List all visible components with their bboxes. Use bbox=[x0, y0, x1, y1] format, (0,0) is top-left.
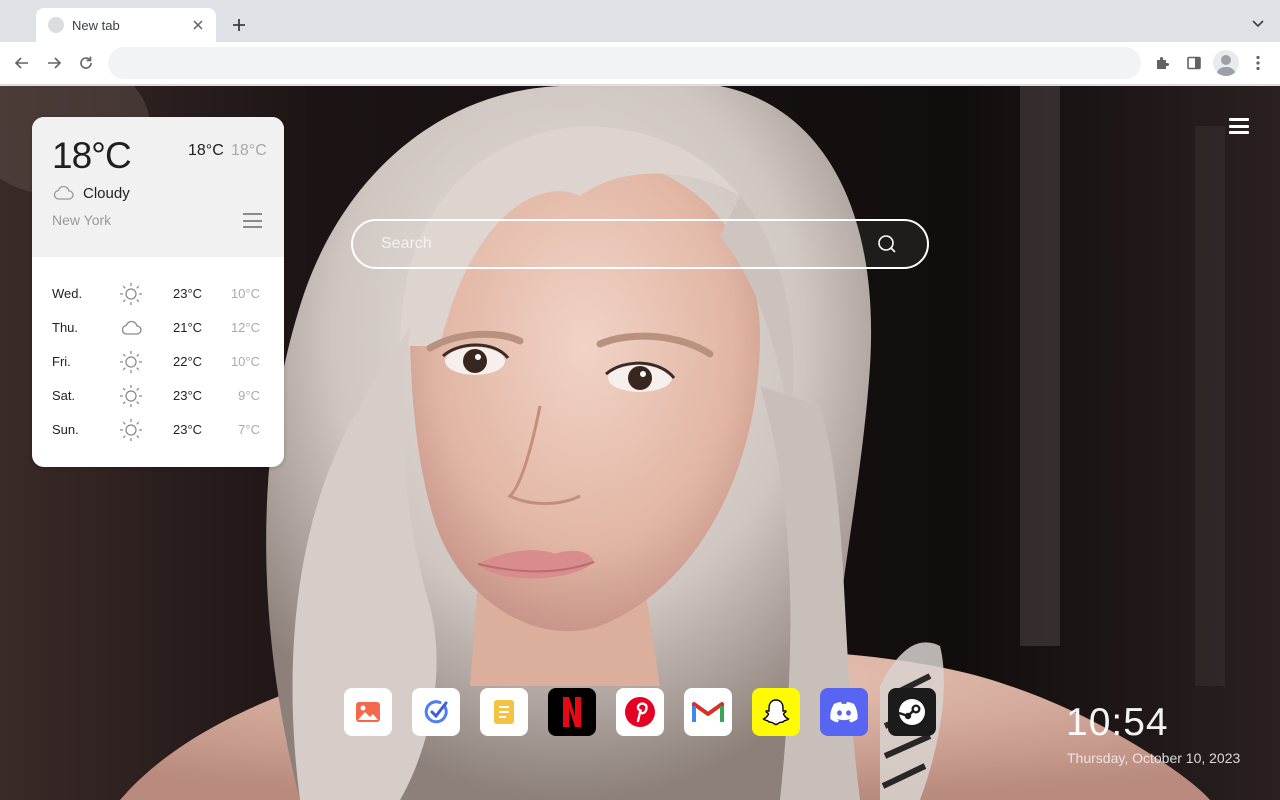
close-icon[interactable] bbox=[190, 17, 206, 33]
puzzle-icon bbox=[1157, 57, 1169, 69]
weather-widget: 18°C 18°C 18°C Cloudy New York Wed. 23°C… bbox=[32, 117, 284, 467]
forecast-high: 23°C bbox=[173, 388, 203, 403]
discord-icon bbox=[830, 702, 858, 723]
page-menu-button[interactable] bbox=[1227, 116, 1251, 136]
side-panel-button[interactable] bbox=[1181, 50, 1207, 76]
forecast-day: Sat. bbox=[52, 388, 76, 403]
new-tab-page: 18°C 18°C 18°C Cloudy New York Wed. 23°C… bbox=[0, 86, 1280, 800]
shortcut-gmail[interactable] bbox=[684, 688, 732, 736]
side-panel-icon bbox=[1187, 56, 1201, 70]
weather-current: 18°C 18°C 18°C Cloudy New York bbox=[32, 117, 284, 257]
browser-toolbar bbox=[0, 42, 1280, 85]
weather-condition: Cloudy bbox=[83, 185, 130, 202]
globe-icon bbox=[48, 17, 64, 33]
shortcut-snapchat[interactable] bbox=[752, 688, 800, 736]
arrow-right-icon bbox=[48, 57, 62, 69]
forecast-day: Fri. bbox=[52, 354, 71, 369]
tab-search-button[interactable] bbox=[1248, 14, 1268, 34]
forward-button[interactable] bbox=[41, 50, 67, 76]
clock-time: 10:54 bbox=[1066, 701, 1169, 744]
tab-new-tab[interactable]: New tab bbox=[36, 8, 216, 42]
person-icon bbox=[1216, 55, 1236, 76]
shortcut-steam[interactable] bbox=[888, 688, 936, 736]
search-icon bbox=[878, 235, 896, 253]
forecast-low: 10°C bbox=[230, 354, 260, 369]
image-icon bbox=[356, 702, 380, 722]
search-input[interactable] bbox=[381, 221, 861, 267]
shortcut-tasks[interactable] bbox=[412, 688, 460, 736]
today-low: 18°C bbox=[231, 142, 267, 159]
sun-icon bbox=[120, 351, 142, 373]
forecast-row: Fri. 22°C 10°C bbox=[32, 345, 284, 379]
forecast-high: 23°C bbox=[173, 286, 203, 301]
search-box bbox=[351, 219, 929, 269]
tab-title: New tab bbox=[72, 17, 120, 33]
shortcut-pinterest[interactable] bbox=[616, 688, 664, 736]
forecast-low: 10°C bbox=[230, 286, 260, 301]
gmail-icon bbox=[692, 702, 724, 722]
netflix-icon bbox=[563, 697, 581, 727]
forecast-high: 21°C bbox=[173, 320, 203, 335]
tab-strip: New tab bbox=[0, 0, 1280, 42]
shortcut-discord[interactable] bbox=[820, 688, 868, 736]
forecast-low: 7°C bbox=[238, 422, 260, 437]
weather-city: New York bbox=[52, 212, 112, 228]
forecast-row: Wed. 23°C 10°C bbox=[32, 277, 284, 311]
browser-menu-button[interactable] bbox=[1245, 50, 1271, 76]
shortcut-netflix[interactable] bbox=[548, 688, 596, 736]
forecast-day: Wed. bbox=[52, 286, 83, 301]
cloud-icon bbox=[53, 185, 74, 200]
pinterest-icon bbox=[625, 697, 655, 727]
shortcut-gallery[interactable] bbox=[344, 688, 392, 736]
forecast-list: Wed. 23°C 10°C Thu. 21°C 12°C Fri. 22°C … bbox=[32, 277, 284, 447]
extensions-button[interactable] bbox=[1149, 50, 1175, 76]
cloud-icon bbox=[121, 320, 142, 335]
steam-icon bbox=[898, 699, 925, 725]
search-button[interactable] bbox=[875, 232, 899, 256]
forecast-row: Sun. 23°C 7°C bbox=[32, 413, 284, 447]
current-temperature: 18°C bbox=[52, 135, 132, 176]
plus-icon bbox=[233, 19, 245, 31]
forecast-high: 22°C bbox=[173, 354, 203, 369]
forecast-row: Sat. 23°C 9°C bbox=[32, 379, 284, 413]
forecast-low: 12°C bbox=[230, 320, 260, 335]
forecast-day: Thu. bbox=[52, 320, 79, 335]
checkmark-icon bbox=[424, 700, 448, 724]
sun-icon bbox=[120, 419, 142, 441]
forecast-day: Sun. bbox=[52, 422, 79, 437]
reload-icon bbox=[80, 56, 92, 69]
address-bar[interactable] bbox=[108, 47, 1141, 79]
weather-menu-icon[interactable] bbox=[243, 213, 262, 228]
shortcut-notes[interactable] bbox=[480, 688, 528, 736]
snapchat-icon bbox=[762, 699, 790, 726]
arrow-left-icon bbox=[14, 57, 28, 69]
more-vertical-icon bbox=[1256, 55, 1260, 71]
shortcut-dock bbox=[344, 688, 936, 736]
forecast-row: Thu. 21°C 12°C bbox=[32, 311, 284, 345]
clock-date: Thursday, October 10, 2023 bbox=[1067, 750, 1241, 766]
note-icon bbox=[494, 700, 514, 724]
new-tab-button[interactable] bbox=[228, 14, 250, 36]
forecast-high: 23°C bbox=[173, 422, 203, 437]
back-button[interactable] bbox=[9, 50, 35, 76]
chevron-down-icon bbox=[1252, 20, 1264, 28]
forecast-low: 9°C bbox=[238, 388, 260, 403]
profile-avatar[interactable] bbox=[1213, 50, 1239, 76]
today-high: 18°C bbox=[188, 142, 224, 159]
sun-icon bbox=[120, 283, 142, 305]
reload-button[interactable] bbox=[73, 50, 99, 76]
sun-icon bbox=[120, 385, 142, 407]
